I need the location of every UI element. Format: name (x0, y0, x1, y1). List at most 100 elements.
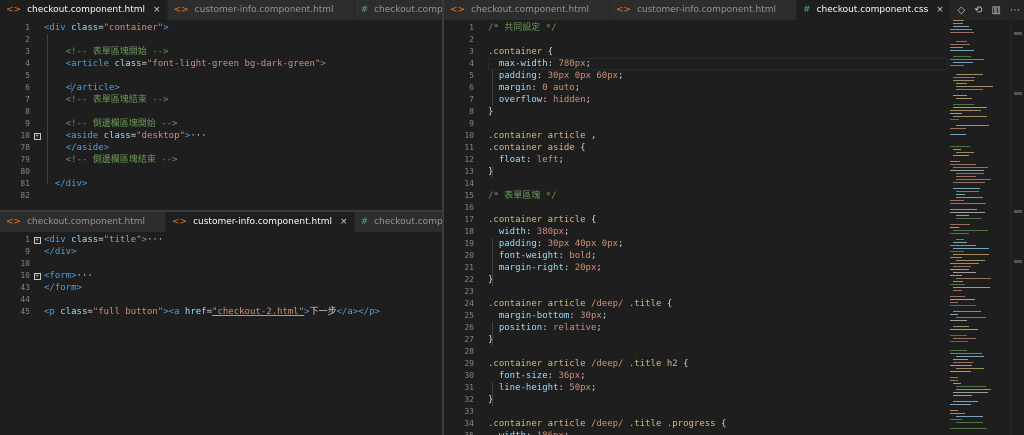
fold-gutter[interactable]: + (30, 270, 44, 282)
minimap-line (950, 296, 965, 297)
code-line[interactable]: 17 .container article { (444, 214, 1024, 226)
code-line[interactable]: 28 (444, 346, 1024, 358)
code-line[interactable]: 27} (444, 334, 1024, 346)
code-line[interactable]: 82 (0, 190, 442, 202)
token: <p (44, 307, 61, 317)
code-line[interactable]: 9 </div> (0, 246, 442, 258)
tab-label: customer-info.component.html (194, 5, 334, 15)
code-line[interactable]: 9 <!-- 側邊欄區塊開始 --> (0, 118, 442, 130)
token: ; (558, 155, 564, 165)
code-line[interactable]: 9 (444, 118, 1024, 130)
fold-gutter (30, 282, 44, 294)
expand-fold-icon[interactable]: + (33, 272, 41, 280)
code-line[interactable]: 10 + <aside class="desktop">··· (0, 130, 442, 142)
code-line[interactable]: 14 (444, 178, 1024, 190)
code-line[interactable]: 10 + <form>··· (0, 270, 442, 282)
tab-checkout-component-css[interactable]: # checkout.component.css (354, 212, 442, 232)
code-line[interactable]: 1 <div class="container"> (0, 22, 442, 34)
code-text: margin: 0 auto; (488, 82, 580, 94)
minimap-line (956, 89, 983, 90)
fold-gutter (474, 298, 488, 310)
code-line[interactable]: 8} (444, 106, 1024, 118)
code-line[interactable]: 26 position: relative; (444, 322, 1024, 334)
code-line[interactable]: 7 <!-- 表單區塊結束 --> (0, 94, 442, 106)
tab-checkout-component-html[interactable]: <> checkout.component.html × (0, 0, 168, 20)
tab-checkout-component-html[interactable]: <> checkout.component.html (444, 0, 610, 20)
code-line[interactable]: 31 line-height: 50px; (444, 382, 1024, 394)
code-line[interactable]: 10 .container article , (444, 130, 1024, 142)
tab-customer-info-component-html[interactable]: <> customer-info.component.html (167, 0, 355, 20)
html-file-icon: <> (172, 217, 188, 227)
expand-fold-icon[interactable]: + (33, 132, 41, 140)
code-line[interactable]: 30 font-size: 36px; (444, 370, 1024, 382)
code-line[interactable]: 2 (444, 34, 1024, 46)
vertical-scrollbar[interactable] (1010, 20, 1024, 435)
split-editor-icon[interactable]: ▥ (992, 5, 1001, 16)
code-line[interactable]: 6 margin: 0 auto; (444, 82, 1024, 94)
tab-checkout-component-css[interactable]: # checkout.component.css (354, 0, 442, 20)
code-line[interactable]: 21 margin-right: 20px; (444, 262, 1024, 274)
code-line[interactable]: 5 padding: 30px 0px 60px; (444, 70, 1024, 82)
code-line[interactable]: 6 </article> (0, 82, 442, 94)
code-line[interactable]: 4 <article class="font-light-green bg-da… (0, 58, 442, 70)
code-line[interactable]: 79 <!-- 側邊欄區塊結束 --> (0, 154, 442, 166)
code-line[interactable]: 23 (444, 286, 1024, 298)
code-line[interactable]: 3 .container { (444, 46, 1024, 58)
code-line[interactable]: 5 (0, 70, 442, 82)
code-line[interactable]: 10 (0, 258, 442, 270)
minimap[interactable] (948, 20, 1010, 435)
code-line[interactable]: 80 (0, 166, 442, 178)
code-line[interactable]: 16 (444, 202, 1024, 214)
code-line[interactable]: 20 font-weight: bold; (444, 250, 1024, 262)
code-line[interactable]: 24 .container article /deep/ .title { (444, 298, 1024, 310)
code-line[interactable]: 19 padding: 30px 40px 0px; (444, 238, 1024, 250)
line-number: 20 (464, 251, 474, 260)
code-editor[interactable]: 1 + <div class="title">··· 9 </div> 10 10 + <for… (0, 232, 442, 318)
code-line[interactable]: 33 (444, 406, 1024, 418)
code-line[interactable]: 18 width: 380px; (444, 226, 1024, 238)
code-line[interactable]: 11 .container aside { (444, 142, 1024, 154)
tab-checkout-component-html[interactable]: <> checkout.component.html (0, 212, 166, 232)
code-line[interactable]: 44 (0, 294, 442, 306)
minimap-line (950, 119, 959, 120)
code-editor[interactable]: 1/* 共同設定 */2 3 .container {4 max-width: 78… (444, 20, 1024, 435)
code-line[interactable]: 34 .container article /deep/ .title .prog… (444, 418, 1024, 430)
line-number: 23 (464, 287, 474, 296)
expand-fold-icon[interactable]: + (33, 236, 41, 244)
code-line[interactable]: 1 + <div class="title">··· (0, 234, 442, 246)
fold-gutter[interactable]: + (30, 234, 44, 246)
code-line[interactable]: 7 overflow: hidden; (444, 94, 1024, 106)
code-line[interactable]: 12 float: left; (444, 154, 1024, 166)
tab-customer-info-component-html[interactable]: <> customer-info.component.html (610, 0, 798, 20)
code-editor[interactable]: 1 <div class="container"> 2 3 <!-- 表單區塊開始 -… (0, 20, 442, 202)
code-line[interactable]: 8 (0, 106, 442, 118)
code-line[interactable]: 1 /* 共同設定 */ (444, 22, 1024, 34)
code-line[interactable]: 43 </form> (0, 282, 442, 294)
code-line[interactable]: 81 </div> (0, 178, 442, 190)
close-icon[interactable]: × (153, 5, 161, 15)
code-line[interactable]: 3 <!-- 表單區塊開始 --> (0, 46, 442, 58)
tab-customer-info-component-html[interactable]: <> customer-info.component.html × (166, 212, 355, 232)
line-number: 9 (25, 247, 30, 256)
code-line[interactable]: 22} (444, 274, 1024, 286)
compare-icon[interactable]: ⟲ (974, 5, 982, 16)
code-line[interactable]: 2 (0, 34, 442, 46)
code-text: </div> (44, 246, 77, 258)
code-line[interactable]: 32} (444, 394, 1024, 406)
code-line[interactable]: 45 <p class="full button"><a href="checko… (0, 306, 442, 318)
code-line[interactable]: 25 margin-bottom: 30px; (444, 310, 1024, 322)
fold-gutter[interactable]: + (30, 130, 44, 142)
code-line[interactable]: 15 /* 表單區塊 */ (444, 190, 1024, 202)
code-line[interactable]: 78 </aside> (0, 142, 442, 154)
line-number: 8 (469, 107, 474, 116)
more-icon[interactable]: ⋯ (1010, 5, 1020, 16)
code-line[interactable]: 13} (444, 166, 1024, 178)
close-icon[interactable]: × (936, 5, 944, 15)
split-editor-icon[interactable]: ◇ (957, 5, 965, 16)
line-number: 25 (464, 311, 474, 320)
minimap-line (953, 107, 987, 108)
close-icon[interactable]: × (340, 217, 348, 227)
tab-checkout-component-css[interactable]: # checkout.component.css × (797, 0, 951, 20)
code-line[interactable]: 35 width: 186px; (444, 430, 1024, 435)
code-line[interactable]: 29 .container article /deep/ .title h2 { (444, 358, 1024, 370)
